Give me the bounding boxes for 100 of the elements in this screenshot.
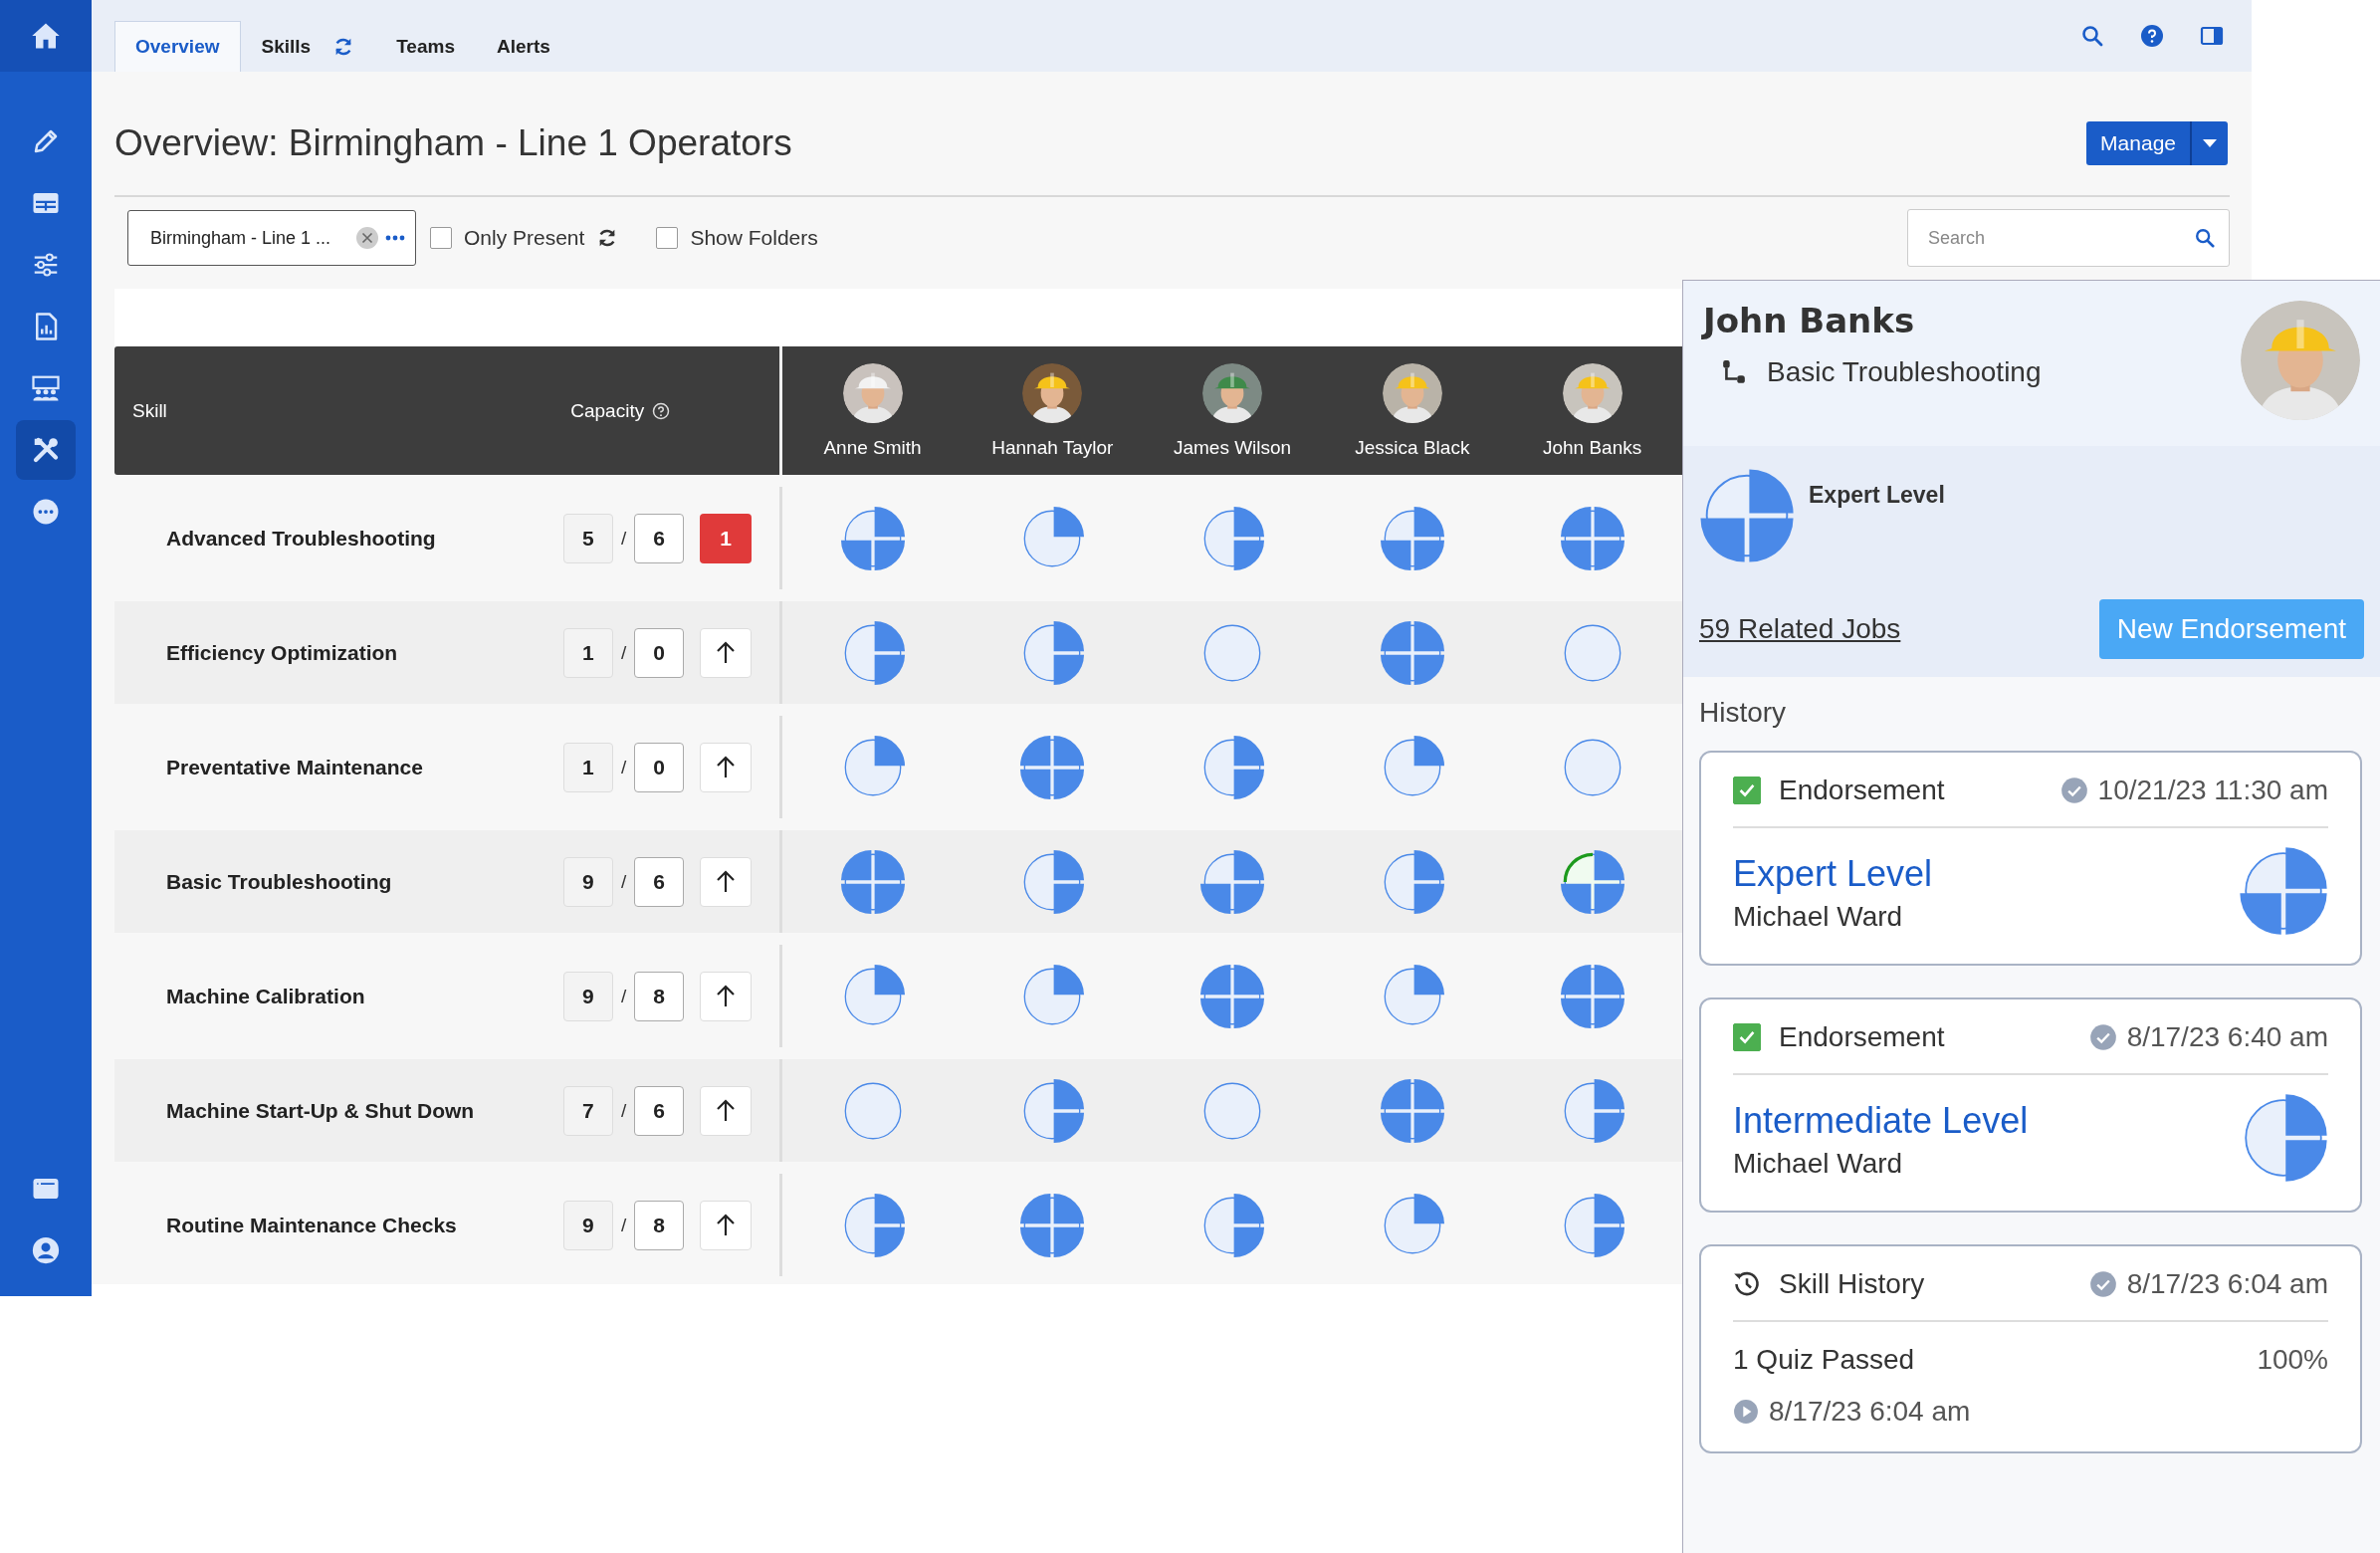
required-count[interactable]: 8 bbox=[634, 971, 685, 1021]
search-icon[interactable] bbox=[2194, 227, 2216, 249]
level-pie-icon[interactable] bbox=[1199, 963, 1266, 1029]
group-field[interactable]: Birmingham - Line 1 ... bbox=[127, 210, 416, 266]
tab[interactable]: Alerts bbox=[475, 21, 571, 72]
skill-name: Preventative Maintenance bbox=[166, 755, 423, 779]
arrow-up-icon[interactable] bbox=[716, 755, 737, 779]
level-pie-icon[interactable] bbox=[1559, 505, 1625, 571]
level-pie-icon[interactable] bbox=[1379, 1077, 1445, 1144]
arrow-up-icon[interactable] bbox=[716, 640, 737, 665]
entry-type: Skill History bbox=[1779, 1268, 1925, 1300]
skill-name: Machine Start-Up & Shut Down bbox=[166, 1098, 475, 1123]
required-count[interactable]: 6 bbox=[634, 513, 685, 563]
checkbox[interactable] bbox=[430, 227, 452, 249]
separator: / bbox=[620, 985, 627, 1007]
column-header: Capacity bbox=[570, 399, 645, 422]
raise-button[interactable] bbox=[700, 1085, 753, 1136]
present-count: 9 bbox=[562, 1200, 613, 1250]
dropdown-button[interactable] bbox=[2190, 121, 2228, 165]
level-pie-icon[interactable] bbox=[1199, 848, 1266, 915]
tools-icon[interactable] bbox=[31, 435, 61, 465]
present-count: 1 bbox=[562, 627, 613, 678]
alert-badge[interactable]: 1 bbox=[700, 513, 753, 563]
checkbox[interactable] bbox=[656, 227, 679, 249]
present-count: 9 bbox=[562, 856, 613, 907]
present-count: 1 bbox=[562, 742, 613, 792]
separator: / bbox=[620, 870, 627, 893]
entry-type: Endorsement bbox=[1779, 1021, 1945, 1053]
level-pie-icon[interactable] bbox=[1379, 619, 1445, 686]
arrow-up-icon[interactable] bbox=[716, 984, 737, 1008]
present-count: 9 bbox=[562, 971, 613, 1021]
page-title: Overview: Birmingham - Line 1 Operators bbox=[114, 122, 792, 164]
skill-name: Routine Maintenance Checks bbox=[166, 1213, 457, 1237]
arrow-up-icon[interactable] bbox=[716, 1213, 737, 1237]
chat-icon[interactable] bbox=[31, 497, 61, 527]
option-label: Only Present bbox=[464, 226, 585, 250]
check-circle-icon bbox=[2088, 1023, 2117, 1051]
home-icon[interactable] bbox=[31, 21, 61, 51]
level-pie-icon[interactable] bbox=[839, 505, 906, 571]
help-icon[interactable] bbox=[2140, 24, 2164, 48]
check-circle-icon bbox=[2088, 1270, 2117, 1298]
caret-icon[interactable] bbox=[2203, 139, 2217, 147]
raise-button[interactable] bbox=[700, 627, 753, 678]
raise-button[interactable] bbox=[700, 971, 753, 1021]
timestamp: 8/17/23 6:04 am bbox=[1769, 1396, 1971, 1428]
skill-name: Advanced Troubleshooting bbox=[166, 526, 436, 551]
team-icon[interactable] bbox=[31, 373, 61, 403]
required-count[interactable]: 6 bbox=[634, 1085, 685, 1136]
level-link[interactable]: Intermediate Level bbox=[1733, 1100, 2029, 1141]
arrow-up-icon[interactable] bbox=[716, 1098, 737, 1123]
skill-name: Efficiency Optimization bbox=[166, 640, 398, 665]
required-count[interactable]: 6 bbox=[634, 856, 685, 907]
timestamp: 8/17/23 6:40 am bbox=[2126, 1021, 2328, 1053]
tab[interactable]: Overview bbox=[114, 21, 241, 72]
level-pie-icon[interactable] bbox=[839, 848, 906, 915]
person-name[interactable]: Hannah Taylor bbox=[991, 436, 1114, 459]
person-name: John Banks bbox=[1703, 301, 1916, 340]
help-icon[interactable] bbox=[652, 401, 671, 420]
required-count[interactable]: 0 bbox=[634, 742, 685, 792]
level-pie-icon[interactable] bbox=[1019, 734, 1086, 800]
search-icon[interactable] bbox=[2080, 24, 2104, 48]
level-pie-icon[interactable] bbox=[1379, 505, 1445, 571]
required-count[interactable]: 8 bbox=[634, 1200, 685, 1250]
skill-name: Machine Calibration bbox=[166, 984, 365, 1008]
quiz-result: 1 Quiz Passed bbox=[1733, 1344, 1915, 1376]
related-jobs-link[interactable]: 59 Related Jobs bbox=[1699, 613, 1901, 645]
search-field[interactable]: Search bbox=[1907, 209, 2230, 267]
play-icon bbox=[1733, 1399, 1759, 1425]
person-name[interactable]: John Banks bbox=[1542, 436, 1642, 459]
side-panel-icon[interactable] bbox=[2200, 24, 2224, 48]
required-count[interactable]: 0 bbox=[634, 627, 685, 678]
level-pie-icon[interactable] bbox=[1559, 963, 1625, 1029]
user-icon[interactable] bbox=[31, 1235, 61, 1265]
raise-button[interactable] bbox=[700, 1200, 753, 1250]
level-pie-icon[interactable] bbox=[1559, 848, 1625, 915]
tab[interactable]: Teams bbox=[375, 21, 476, 72]
clear-icon[interactable] bbox=[355, 226, 379, 250]
tab[interactable]: Skills bbox=[240, 21, 376, 72]
timestamp: 8/17/23 6:04 am bbox=[2126, 1268, 2328, 1300]
person-name[interactable]: James Wilson bbox=[1173, 436, 1292, 459]
manage-button[interactable]: Manage bbox=[2086, 121, 2190, 165]
level-link[interactable]: Expert Level bbox=[1733, 853, 1933, 894]
level-pie-icon[interactable] bbox=[1019, 1192, 1086, 1258]
skill-name: Basic Troubleshooting bbox=[1767, 356, 2042, 388]
endorser-name: Michael Ward bbox=[1733, 901, 1904, 933]
more-icon[interactable] bbox=[385, 235, 405, 241]
skill-name: Basic Troubleshooting bbox=[166, 869, 392, 894]
checkmark-icon bbox=[1738, 1028, 1756, 1046]
timestamp: 10/21/23 11:30 am bbox=[2097, 775, 2328, 806]
entry-type: Endorsement bbox=[1779, 775, 1945, 806]
separator: / bbox=[620, 641, 627, 664]
connector-icon bbox=[1721, 359, 1747, 385]
separator: / bbox=[620, 756, 627, 778]
present-count: 7 bbox=[562, 1085, 613, 1136]
raise-button[interactable] bbox=[700, 742, 753, 792]
raise-button[interactable] bbox=[700, 856, 753, 907]
person-name[interactable]: Jessica Black bbox=[1355, 436, 1470, 459]
history-icon bbox=[1733, 1270, 1761, 1298]
arrow-up-icon[interactable] bbox=[716, 869, 737, 894]
person-name[interactable]: Anne Smith bbox=[823, 436, 922, 459]
